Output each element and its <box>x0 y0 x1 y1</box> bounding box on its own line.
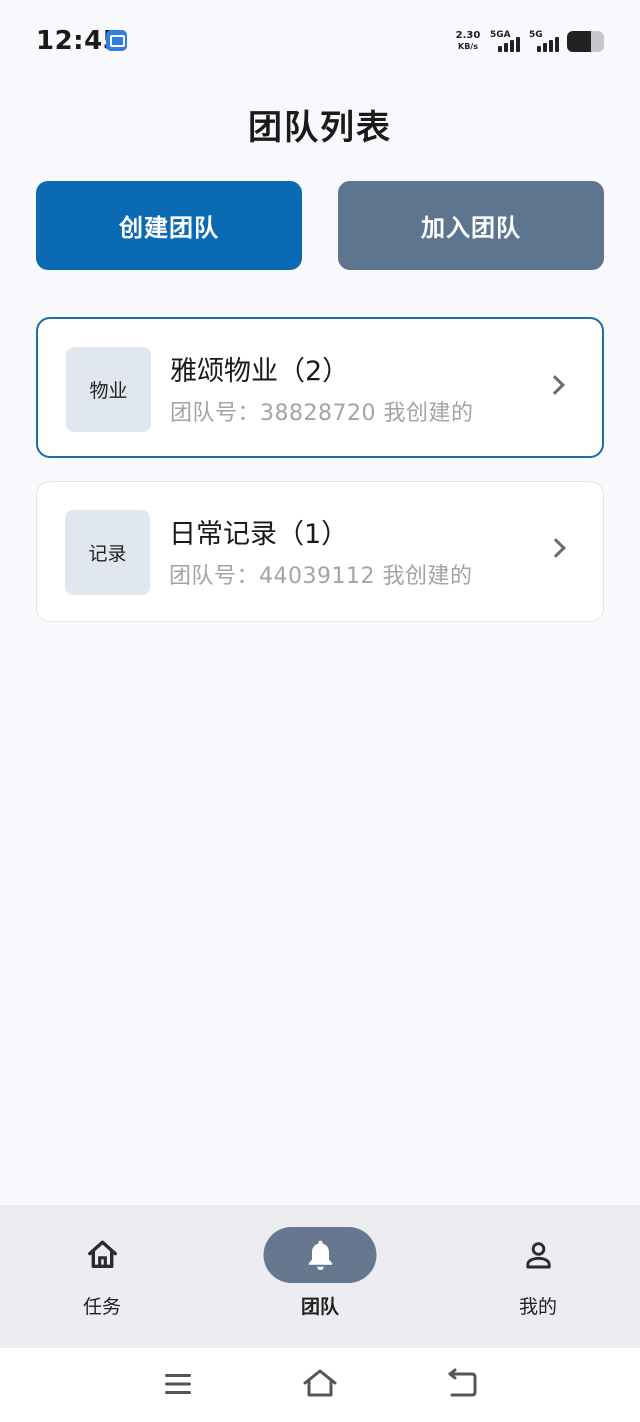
home-icon <box>46 1227 159 1283</box>
team-card[interactable]: 物业 雅颂物业（2） 团队号：38828720 我创建的 <box>36 317 604 458</box>
create-team-button[interactable]: 创建团队 <box>36 181 302 270</box>
system-home-icon[interactable] <box>300 1366 340 1402</box>
battery-level <box>567 31 592 52</box>
page-title: 团队列表 <box>248 108 392 148</box>
signal-5ga-icon: 5GA <box>490 30 524 52</box>
bottom-nav: 任务 团队 我的 <box>0 1205 640 1348</box>
status-bar: 12:45 2.30 KB/s 5GA 5G <box>0 0 640 84</box>
system-nav-bar <box>0 1348 640 1422</box>
person-icon <box>482 1227 595 1283</box>
team-name: 雅颂物业（2） <box>170 356 350 387</box>
team-meta: 团队号：44039112 我创建的 <box>169 564 473 589</box>
cast-app-icon <box>106 30 127 51</box>
chevron-right-icon <box>546 538 566 558</box>
network-speed-unit: KB/s <box>458 42 478 51</box>
nav-label-mine: 我的 <box>518 1296 557 1318</box>
team-meta: 团队号：38828720 我创建的 <box>170 401 474 426</box>
signal-5ga-label: 5GA <box>490 30 511 40</box>
battery-icon <box>567 31 604 52</box>
signal-5g-icon: 5G <box>529 30 563 52</box>
nav-item-team[interactable]: 团队 <box>240 1205 400 1348</box>
bell-icon <box>263 1227 377 1283</box>
team-name: 日常记录（1） <box>169 519 349 550</box>
nav-label-team: 团队 <box>300 1296 339 1318</box>
signal-5g-label: 5G <box>529 30 543 40</box>
nav-label-tasks: 任务 <box>82 1296 121 1318</box>
team-card[interactable]: 记录 日常记录（1） 团队号：44039112 我创建的 <box>36 481 604 622</box>
back-icon[interactable] <box>442 1366 482 1402</box>
nav-item-mine[interactable]: 我的 <box>458 1205 618 1348</box>
team-thumbnail: 记录 <box>65 510 150 595</box>
menu-icon[interactable] <box>158 1366 198 1402</box>
join-team-button[interactable]: 加入团队 <box>338 181 604 270</box>
network-speed-value: 2.30 <box>455 30 481 41</box>
team-thumbnail: 物业 <box>66 347 151 432</box>
network-speed: 2.30 KB/s <box>452 30 484 52</box>
nav-item-tasks[interactable]: 任务 <box>22 1205 182 1348</box>
chevron-right-icon <box>545 375 565 395</box>
